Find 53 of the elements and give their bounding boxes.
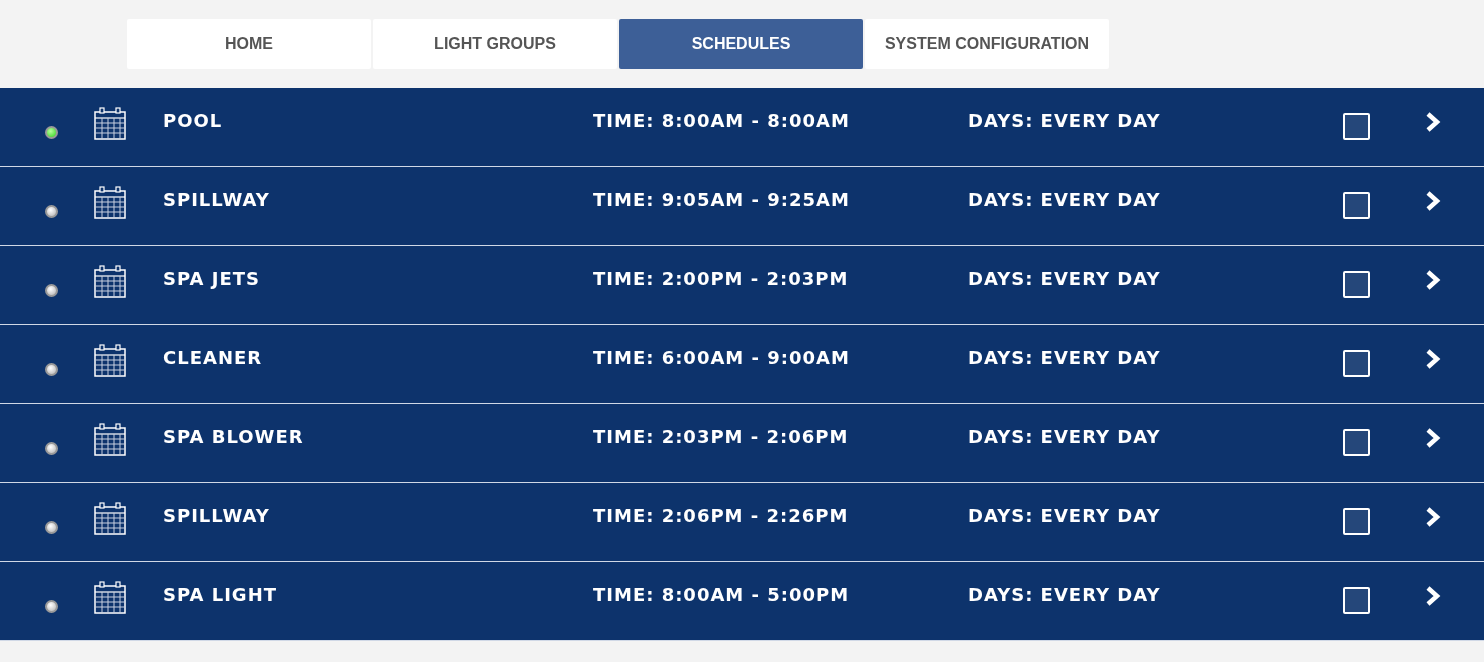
checkbox[interactable]	[1343, 508, 1370, 535]
schedule-name: POOL	[163, 110, 223, 131]
schedule-days: DAYS: EVERY DAY	[968, 347, 1161, 368]
schedule-time: TIME: 8:00AM - 5:00PM	[593, 584, 850, 605]
calendar-icon	[94, 344, 126, 377]
calendar-icon	[94, 107, 126, 140]
schedule-name: SPA JETS	[163, 268, 260, 289]
schedule-name: SPILLWAY	[163, 189, 270, 210]
chevron-right-icon[interactable]	[1425, 348, 1441, 370]
calendar-icon	[94, 502, 126, 535]
checkbox[interactable]	[1343, 429, 1370, 456]
chevron-right-icon[interactable]	[1425, 427, 1441, 449]
schedule-row[interactable]: SPA LIGHT TIME: 8:00AM - 5:00PM DAYS: EVERY DAY	[0, 562, 1484, 641]
chevron-right-icon[interactable]	[1425, 111, 1441, 133]
chevron-right-icon[interactable]	[1425, 585, 1441, 607]
schedule-time: TIME: 8:00AM - 8:00AM	[593, 110, 850, 131]
schedule-time: TIME: 9:05AM - 9:25AM	[593, 189, 850, 210]
chevron-right-icon[interactable]	[1425, 506, 1441, 528]
checkbox[interactable]	[1343, 192, 1370, 219]
nav-tab[interactable]: HOME	[127, 19, 371, 69]
schedule-row[interactable]: CLEANER TIME: 6:00AM - 9:00AM DAYS: EVERY DAY	[0, 325, 1484, 404]
schedule-row[interactable]: SPA JETS TIME: 2:00PM - 2:03PM DAYS: EVERY DAY	[0, 246, 1484, 325]
schedule-name: SPILLWAY	[163, 505, 270, 526]
schedule-row[interactable]: SPILLWAY TIME: 9:05AM - 9:25AM DAYS: EVERY DAY	[0, 167, 1484, 246]
schedule-row[interactable]: SPA BLOWER TIME: 2:03PM - 2:06PM DAYS: EVERY DAY	[0, 404, 1484, 483]
schedule-name: SPA LIGHT	[163, 584, 277, 605]
schedule-time: TIME: 2:00PM - 2:03PM	[593, 268, 849, 289]
schedule-row[interactable]: SPILLWAY TIME: 2:06PM - 2:26PM DAYS: EVERY DAY	[0, 483, 1484, 562]
schedule-days: DAYS: EVERY DAY	[968, 189, 1161, 210]
schedule-days: DAYS: EVERY DAY	[968, 110, 1161, 131]
checkbox[interactable]	[1343, 271, 1370, 298]
schedule-days: DAYS: EVERY DAY	[968, 268, 1161, 289]
schedule-time: TIME: 2:03PM - 2:06PM	[593, 426, 849, 447]
chevron-right-icon[interactable]	[1425, 190, 1441, 212]
chevron-right-icon[interactable]	[1425, 269, 1441, 291]
calendar-icon	[94, 423, 126, 456]
schedule-name: CLEANER	[163, 347, 263, 368]
calendar-icon	[94, 186, 126, 219]
schedule-days: DAYS: EVERY DAY	[968, 505, 1161, 526]
schedule-time: TIME: 2:06PM - 2:26PM	[593, 505, 849, 526]
nav-tab[interactable]: LIGHT GROUPS	[373, 19, 617, 69]
nav-tab[interactable]: SYSTEM CONFIGURATION	[865, 19, 1109, 69]
calendar-icon	[94, 581, 126, 614]
schedule-days: DAYS: EVERY DAY	[968, 584, 1161, 605]
checkbox[interactable]	[1343, 113, 1370, 140]
schedule-days: DAYS: EVERY DAY	[968, 426, 1161, 447]
schedule-time: TIME: 6:00AM - 9:00AM	[593, 347, 850, 368]
checkbox[interactable]	[1343, 350, 1370, 377]
schedule-row[interactable]: POOL TIME: 8:00AM - 8:00AM DAYS: EVERY DAY	[0, 88, 1484, 167]
schedule-name: SPA BLOWER	[163, 426, 304, 447]
checkbox[interactable]	[1343, 587, 1370, 614]
calendar-icon	[94, 265, 126, 298]
nav-tab[interactable]: SCHEDULES	[619, 19, 863, 69]
